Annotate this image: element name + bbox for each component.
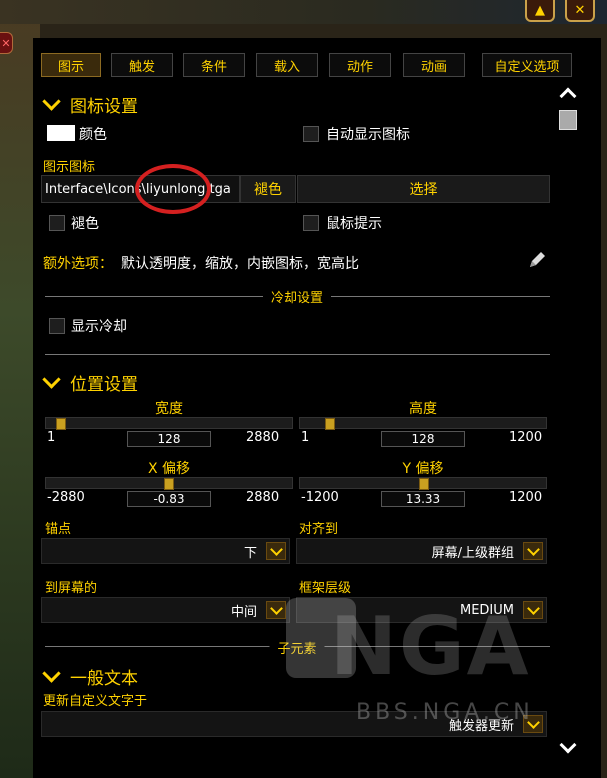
general-text-title: 一般文本 bbox=[70, 669, 138, 689]
scrollbar[interactable] bbox=[555, 82, 581, 762]
general-text-header[interactable]: 一般文本 bbox=[41, 664, 138, 689]
cooldown-settings-title: 冷却设置 bbox=[262, 287, 332, 306]
tab-display[interactable]: 图示 bbox=[41, 53, 101, 77]
anchor-value: 下 bbox=[243, 545, 257, 561]
color-label: 颜色 bbox=[79, 127, 107, 143]
x-offset-slider-thumb[interactable] bbox=[164, 478, 174, 490]
chevron-down-icon[interactable] bbox=[266, 542, 286, 560]
x-offset-max: 2880 bbox=[246, 490, 280, 505]
y-offset-title: Y 偏移 bbox=[402, 461, 444, 477]
auto-show-icon-checkbox[interactable] bbox=[303, 126, 319, 142]
color-swatch[interactable] bbox=[47, 125, 75, 141]
desaturate-button[interactable]: 褪色 bbox=[240, 175, 296, 203]
tab-actions[interactable]: 动作 bbox=[329, 53, 391, 77]
update-custom-text-label: 更新自定义文字于 bbox=[43, 694, 148, 709]
tooltip-checkbox[interactable] bbox=[303, 215, 319, 231]
height-min: 1 bbox=[301, 430, 310, 445]
tooltip-label: 鼠标提示 bbox=[326, 216, 382, 232]
show-cooldown-label: 显示冷却 bbox=[71, 319, 127, 335]
highlight-circle bbox=[135, 164, 211, 214]
x-offset-value-input[interactable]: -0.83 bbox=[127, 491, 211, 507]
chevron-down-icon bbox=[42, 92, 61, 111]
to-screen-value: 中间 bbox=[230, 604, 257, 620]
height-max: 1200 bbox=[509, 430, 543, 445]
anchor-label: 锚点 bbox=[45, 522, 72, 537]
x-offset-title: X 偏移 bbox=[147, 461, 191, 477]
extra-options-value: 默认透明度，缩放，内嵌图标，宽高比 bbox=[121, 256, 359, 272]
align-to-label: 对齐到 bbox=[299, 522, 339, 537]
desaturate-label: 褪色 bbox=[71, 216, 99, 232]
scroll-down-icon[interactable] bbox=[557, 736, 579, 758]
chevron-down-icon[interactable] bbox=[523, 542, 543, 560]
close-icon[interactable]: ✕ bbox=[565, 0, 595, 22]
position-settings-header[interactable]: 位置设置 bbox=[41, 370, 138, 395]
edit-pencil-icon[interactable] bbox=[527, 250, 547, 270]
left-close-icon[interactable]: ✕ bbox=[0, 32, 13, 54]
chevron-down-icon bbox=[42, 664, 61, 683]
display-icon-label: 图示图标 bbox=[43, 160, 96, 175]
tab-load[interactable]: 载入 bbox=[256, 53, 318, 77]
y-offset-slider-thumb[interactable] bbox=[419, 478, 429, 490]
align-to-value: 屏幕/上级群组 bbox=[431, 545, 514, 561]
align-to-dropdown[interactable]: 屏幕/上级群组 bbox=[296, 538, 547, 564]
tab-custom-options[interactable]: 自定义选项 bbox=[482, 53, 572, 77]
height-slider[interactable] bbox=[299, 417, 547, 430]
x-offset-slider[interactable] bbox=[45, 477, 293, 490]
y-offset-max: 1200 bbox=[509, 490, 543, 505]
width-max: 2880 bbox=[246, 430, 280, 445]
chevron-down-icon[interactable] bbox=[266, 601, 286, 619]
frame-strata-label: 框架层级 bbox=[299, 581, 352, 596]
watermark-brand: NGA bbox=[330, 600, 531, 693]
tab-conditions[interactable]: 条件 bbox=[183, 53, 245, 77]
icon-settings-header[interactable]: 图标设置 bbox=[41, 92, 138, 117]
tab-trigger[interactable]: 触发 bbox=[111, 53, 173, 77]
to-screen-dropdown[interactable]: 中间 bbox=[41, 597, 290, 623]
to-screen-label: 到屏幕的 bbox=[45, 581, 98, 596]
anchor-dropdown[interactable]: 下 bbox=[41, 538, 290, 564]
width-value-input[interactable]: 128 bbox=[127, 431, 211, 447]
auto-show-icon-label: 自动显示图标 bbox=[326, 127, 410, 143]
background-top-scene bbox=[0, 0, 607, 24]
height-value-input[interactable]: 128 bbox=[381, 431, 465, 447]
width-slider-thumb[interactable] bbox=[56, 418, 66, 430]
width-title: 宽度 bbox=[155, 401, 183, 417]
show-cooldown-checkbox[interactable] bbox=[49, 318, 65, 334]
scroll-up-icon[interactable] bbox=[557, 82, 579, 104]
watermark-url: BBS.NGA.CN bbox=[356, 700, 534, 725]
section-divider bbox=[45, 354, 550, 355]
y-offset-value-input[interactable]: 13.33 bbox=[381, 491, 465, 507]
y-offset-min: -1200 bbox=[301, 490, 339, 505]
tab-animations[interactable]: 动画 bbox=[403, 53, 465, 77]
scrollbar-thumb[interactable] bbox=[559, 110, 577, 130]
width-min: 1 bbox=[47, 430, 56, 445]
choose-icon-button[interactable]: 选择 bbox=[297, 175, 550, 203]
height-slider-thumb[interactable] bbox=[325, 418, 335, 430]
y-offset-slider[interactable] bbox=[299, 477, 547, 490]
height-title: 高度 bbox=[409, 401, 437, 417]
position-settings-title: 位置设置 bbox=[70, 375, 138, 395]
extra-options-label: 额外选项： bbox=[43, 256, 113, 272]
icon-settings-title: 图标设置 bbox=[70, 97, 138, 117]
chevron-down-icon bbox=[42, 370, 61, 389]
collapse-icon[interactable]: ▲ bbox=[525, 0, 555, 22]
desaturate-checkbox[interactable] bbox=[49, 215, 65, 231]
width-slider[interactable] bbox=[45, 417, 293, 430]
x-offset-min: -2880 bbox=[47, 490, 85, 505]
